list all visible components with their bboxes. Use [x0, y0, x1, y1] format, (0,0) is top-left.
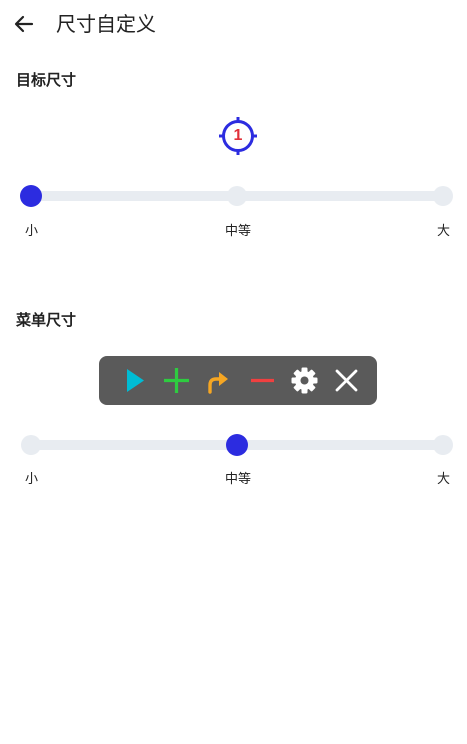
slider-stop-large[interactable] — [433, 435, 453, 455]
tick-label-small: 小 — [25, 224, 39, 239]
slider-stop-large[interactable] — [433, 186, 453, 206]
target-size-title: 目标尺寸 — [16, 71, 77, 89]
slider-thumb[interactable] — [20, 185, 42, 207]
back-button[interactable] — [10, 10, 38, 38]
close-icon — [332, 366, 361, 395]
tick-label-small: 小 — [25, 472, 39, 487]
target-size-slider-labels: 小 中等 大 — [0, 223, 467, 241]
menu-size-title: 菜单尺寸 — [16, 311, 77, 329]
menu-size-slider[interactable] — [21, 433, 453, 457]
menu-preview — [99, 356, 377, 405]
curved-arrow-icon — [204, 366, 233, 395]
tick-label-medium: 中等 — [225, 472, 252, 487]
gear-icon — [290, 366, 319, 395]
page-title: 尺寸自定义 — [56, 12, 156, 36]
target-number: 1 — [233, 127, 243, 144]
menu-size-slider-labels: 小 中等 大 — [0, 471, 467, 489]
play-icon — [120, 366, 149, 395]
slider-stop-small[interactable] — [21, 435, 41, 455]
slider-thumb[interactable] — [226, 434, 248, 456]
target-size-slider[interactable] — [20, 184, 453, 208]
slider-stop-medium[interactable] — [227, 186, 247, 206]
minus-icon — [248, 366, 277, 395]
tick-label-large: 大 — [437, 472, 451, 487]
target-preview: 1 — [219, 117, 257, 155]
arrow-left-icon — [14, 15, 34, 33]
tick-label-medium: 中等 — [225, 224, 252, 239]
plus-icon — [162, 366, 191, 395]
tick-label-large: 大 — [437, 224, 451, 239]
app-bar: 尺寸自定义 — [0, 0, 467, 48]
